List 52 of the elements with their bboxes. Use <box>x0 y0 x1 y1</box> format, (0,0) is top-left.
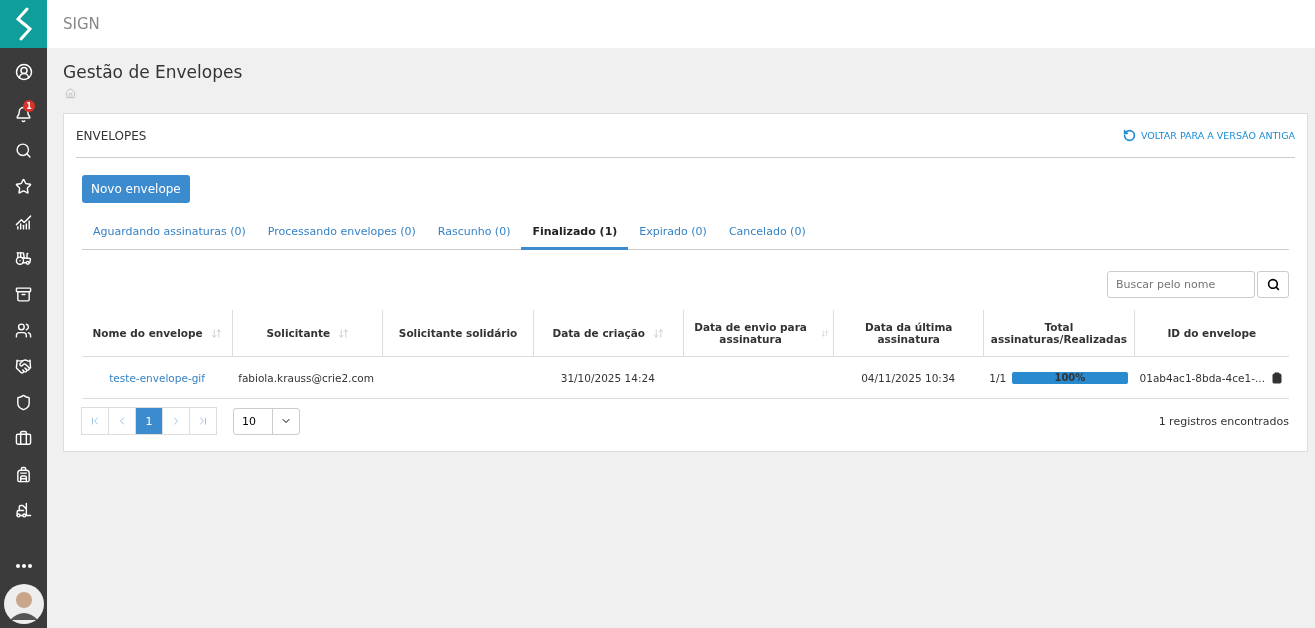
backpack-icon <box>15 465 32 483</box>
notification-badge: 1 <box>23 100 35 112</box>
column-header[interactable]: Solicitante <box>232 310 383 357</box>
archive-icon <box>15 285 32 303</box>
column-header: Data da última assinatura <box>833 310 984 357</box>
column-header: ID do envelope <box>1133 310 1289 357</box>
tab[interactable]: Cancelado (0) <box>717 217 817 250</box>
page-title: Gestão de Envelopes <box>63 62 244 82</box>
record-count: 1 registros encontrados <box>1158 414 1289 428</box>
tab[interactable]: Processando envelopes (0) <box>256 217 427 250</box>
handshake-icon <box>15 357 32 375</box>
user-icon <box>14 63 33 81</box>
clipboard-icon[interactable] <box>1271 371 1283 384</box>
search-icon <box>15 141 32 159</box>
page-size-select[interactable]: 10 <box>233 407 300 435</box>
tab[interactable]: Finalizado (1) <box>521 217 629 250</box>
table-cell: 01ab4ac1-8bda-4ce1-... <box>1139 371 1265 384</box>
table-cell: 1/1 <box>989 371 1007 384</box>
briefcase-icon <box>15 429 32 447</box>
card-title: ENVELOPES <box>76 128 147 143</box>
sidebar-item[interactable]: 1 <box>0 96 47 132</box>
page-button[interactable]: 1 <box>135 407 163 435</box>
column-header: Total assinaturas/Realizadas <box>983 310 1134 357</box>
tab[interactable]: Expirado (0) <box>628 217 718 250</box>
envelope-link[interactable]: teste-envelope-gif <box>109 371 205 384</box>
tab[interactable]: Rascunho (0) <box>426 217 522 250</box>
last-icon <box>197 415 209 427</box>
chart-icon <box>15 213 32 231</box>
tab[interactable]: Aguardando assinaturas (0) <box>82 217 257 250</box>
more-icon <box>15 564 32 568</box>
column-header[interactable]: Nome do envelope <box>82 310 233 357</box>
tractor-icon <box>15 249 32 267</box>
search-button[interactable] <box>1257 271 1289 298</box>
avatar <box>3 584 44 624</box>
column-header[interactable]: Data de criação <box>532 310 683 357</box>
first-icon <box>89 415 101 427</box>
table-cell: 31/10/2025 14:24 <box>560 371 655 384</box>
table-cell: 04/11/2025 10:34 <box>861 371 956 384</box>
search-field[interactable]: Buscar pelo nome <box>1107 271 1255 298</box>
shield-icon <box>15 393 32 411</box>
column-header[interactable]: Data de envio para assinatura <box>682 310 834 357</box>
undo-icon <box>1122 129 1136 142</box>
search-icon <box>1266 278 1280 291</box>
forklift-icon <box>15 501 32 519</box>
new-envelope-button[interactable]: Novo envelope <box>82 175 190 203</box>
column-header: Solicitante solidário <box>382 310 533 357</box>
users-icon <box>15 321 32 339</box>
table-cell: fabiola.krauss@crie2.com <box>238 371 374 384</box>
star-icon <box>15 177 32 195</box>
progress-label: 100% <box>1054 372 1086 383</box>
app-title: SIGN <box>63 15 100 33</box>
legacy-version-link[interactable]: VOLTAR PARA A VERSÃO ANTIGA <box>1122 129 1295 142</box>
